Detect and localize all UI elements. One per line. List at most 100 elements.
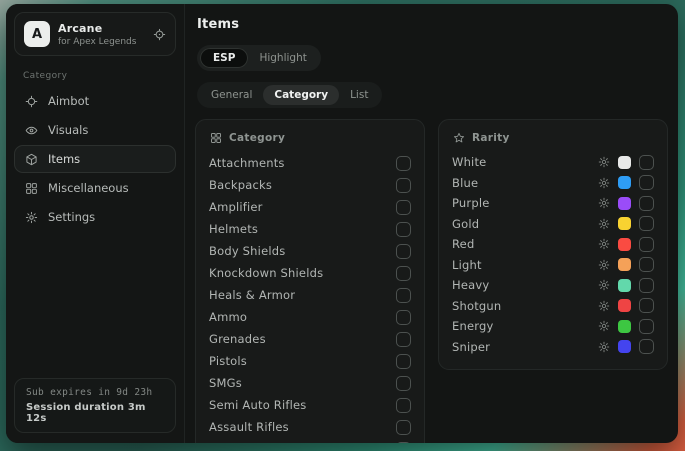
rarity-row: Heavy bbox=[452, 275, 654, 296]
rarity-item-label: Blue bbox=[452, 176, 478, 190]
panels: Category Attachments Backpacks Amplifier… bbox=[195, 119, 668, 443]
category-checkbox[interactable] bbox=[396, 354, 411, 369]
gear-icon[interactable] bbox=[598, 279, 610, 291]
gear-icon[interactable] bbox=[598, 177, 610, 189]
rarity-row-controls bbox=[598, 155, 654, 170]
cube-icon bbox=[25, 153, 38, 166]
brand-card: A Arcane for Apex Legends bbox=[14, 12, 176, 56]
rarity-row: Blue bbox=[452, 173, 654, 194]
color-swatch[interactable] bbox=[618, 156, 631, 169]
sidebar-item-items[interactable]: Items bbox=[14, 145, 176, 173]
rarity-row-controls bbox=[598, 319, 654, 334]
category-checkbox[interactable] bbox=[396, 222, 411, 237]
tab-category[interactable]: Category bbox=[263, 85, 339, 105]
color-swatch[interactable] bbox=[618, 238, 631, 251]
category-item-label: Pistols bbox=[209, 354, 247, 368]
category-item-label: Ammo bbox=[209, 310, 247, 324]
category-checkbox[interactable] bbox=[396, 442, 411, 444]
gear-icon[interactable] bbox=[598, 218, 610, 230]
category-checkbox[interactable] bbox=[396, 266, 411, 281]
category-checkbox[interactable] bbox=[396, 332, 411, 347]
brand-text: Arcane for Apex Legends bbox=[58, 22, 136, 47]
category-row: Helmets bbox=[209, 218, 411, 240]
subscription-expiry: Sub expires in 9d 23h bbox=[26, 387, 164, 398]
target-icon[interactable] bbox=[153, 28, 166, 41]
color-swatch[interactable] bbox=[618, 176, 631, 189]
category-checkbox[interactable] bbox=[396, 244, 411, 259]
category-row: Backpacks bbox=[209, 174, 411, 196]
rarity-checkbox[interactable] bbox=[639, 298, 654, 313]
category-row: Ammo bbox=[209, 306, 411, 328]
rarity-checkbox[interactable] bbox=[639, 196, 654, 211]
category-checkbox[interactable] bbox=[396, 398, 411, 413]
category-checkbox[interactable] bbox=[396, 178, 411, 193]
rarity-row: Gold bbox=[452, 214, 654, 235]
app-window: A Arcane for Apex Legends Category Aimbo… bbox=[6, 4, 678, 443]
category-item-label: LMGs bbox=[209, 442, 241, 443]
rarity-checkbox[interactable] bbox=[639, 216, 654, 231]
tab-general[interactable]: General bbox=[200, 85, 263, 105]
color-swatch[interactable] bbox=[618, 340, 631, 353]
category-checkbox[interactable] bbox=[396, 200, 411, 215]
mode-tab-row: ESP Highlight bbox=[197, 45, 668, 71]
session-duration: Session duration 3m 12s bbox=[26, 402, 164, 424]
category-checkbox[interactable] bbox=[396, 288, 411, 303]
gear-icon[interactable] bbox=[598, 320, 610, 332]
gear-icon[interactable] bbox=[598, 259, 610, 271]
rarity-row: Sniper bbox=[452, 337, 654, 358]
color-swatch[interactable] bbox=[618, 320, 631, 333]
color-swatch[interactable] bbox=[618, 258, 631, 271]
tab-esp[interactable]: ESP bbox=[200, 48, 248, 68]
app-name: Arcane bbox=[58, 22, 136, 35]
sidebar-section-label: Category bbox=[23, 71, 167, 81]
sidebar-item-settings[interactable]: Settings bbox=[14, 203, 176, 231]
rarity-list: White Blue Purple Gold bbox=[452, 152, 654, 357]
rarity-checkbox[interactable] bbox=[639, 257, 654, 272]
gear-icon[interactable] bbox=[598, 156, 610, 168]
sidebar-item-miscellaneous[interactable]: Miscellaneous bbox=[14, 174, 176, 202]
app-logo: A bbox=[24, 21, 50, 47]
color-swatch[interactable] bbox=[618, 217, 631, 230]
grid-icon bbox=[210, 132, 222, 144]
session-card: Sub expires in 9d 23h Session duration 3… bbox=[14, 378, 176, 433]
category-item-label: Amplifier bbox=[209, 200, 263, 214]
category-row: Pistols bbox=[209, 350, 411, 372]
rarity-checkbox[interactable] bbox=[639, 278, 654, 293]
tab-list[interactable]: List bbox=[339, 85, 379, 105]
rarity-row: Red bbox=[452, 234, 654, 255]
color-swatch[interactable] bbox=[618, 197, 631, 210]
rarity-item-label: Heavy bbox=[452, 278, 489, 292]
category-item-label: Knockdown Shields bbox=[209, 266, 323, 280]
category-checkbox[interactable] bbox=[396, 420, 411, 435]
category-checkbox[interactable] bbox=[396, 156, 411, 171]
app-subtitle: for Apex Legends bbox=[58, 37, 136, 47]
gear-icon[interactable] bbox=[598, 238, 610, 250]
sidebar-item-visuals[interactable]: Visuals bbox=[14, 116, 176, 144]
rarity-checkbox[interactable] bbox=[639, 237, 654, 252]
sidebar-item-aimbot[interactable]: Aimbot bbox=[14, 87, 176, 115]
category-row: Grenades bbox=[209, 328, 411, 350]
gear-icon bbox=[25, 211, 38, 224]
rarity-checkbox[interactable] bbox=[639, 319, 654, 334]
color-swatch[interactable] bbox=[618, 299, 631, 312]
category-item-label: Heals & Armor bbox=[209, 288, 295, 302]
color-swatch[interactable] bbox=[618, 279, 631, 292]
rarity-row-controls bbox=[598, 175, 654, 190]
category-item-label: SMGs bbox=[209, 376, 242, 390]
gear-icon[interactable] bbox=[598, 341, 610, 353]
rarity-row-controls bbox=[598, 216, 654, 231]
view-tab-group: General Category List bbox=[197, 82, 382, 108]
category-checkbox[interactable] bbox=[396, 376, 411, 391]
rarity-item-label: Sniper bbox=[452, 340, 490, 354]
rarity-checkbox[interactable] bbox=[639, 339, 654, 354]
gear-icon[interactable] bbox=[598, 197, 610, 209]
category-list: Attachments Backpacks Amplifier Helmets … bbox=[209, 152, 411, 443]
sidebar-spacer bbox=[14, 231, 176, 378]
gear-icon[interactable] bbox=[598, 300, 610, 312]
rarity-checkbox[interactable] bbox=[639, 155, 654, 170]
main-content: Items ESP Highlight General Category Lis… bbox=[185, 4, 678, 443]
tab-highlight[interactable]: Highlight bbox=[248, 48, 317, 68]
category-panel-title: Category bbox=[229, 132, 285, 144]
rarity-checkbox[interactable] bbox=[639, 175, 654, 190]
category-checkbox[interactable] bbox=[396, 310, 411, 325]
